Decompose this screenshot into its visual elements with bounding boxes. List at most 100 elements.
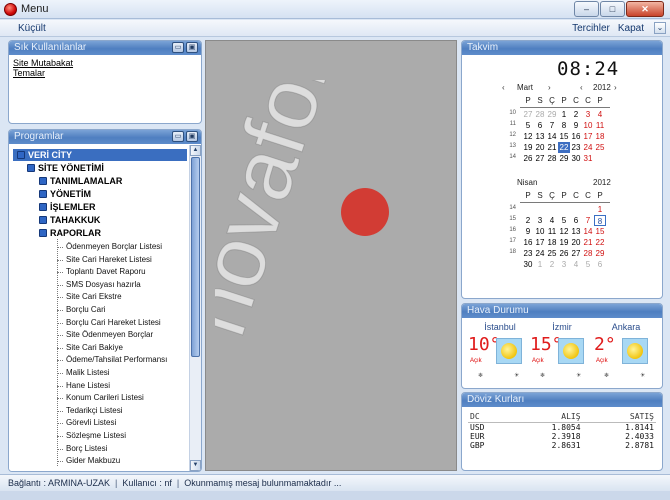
calendar-day[interactable]: 2 — [570, 109, 582, 120]
calendar-day[interactable]: 14 — [582, 226, 594, 237]
calendar-day[interactable]: 17 — [534, 237, 546, 248]
favorite-link[interactable]: Temalar — [13, 68, 197, 78]
calendar-day[interactable]: 24 — [534, 248, 546, 259]
calendar-day[interactable]: 29 — [594, 248, 606, 259]
calendar-day[interactable]: 14 — [546, 131, 558, 142]
calendar-day[interactable]: 22 — [558, 142, 570, 153]
panel-minimize-icon[interactable]: ▭ — [172, 42, 184, 53]
calendar-day[interactable]: 12 — [522, 131, 534, 142]
calendar-day[interactable]: 11 — [594, 120, 606, 131]
tree-leaf-report[interactable]: Ödeme/Tahsilat Performansı — [66, 354, 167, 366]
close-button[interactable]: ✕ — [626, 1, 664, 17]
tree-leaf-report[interactable]: Gider Makbuzu — [66, 455, 120, 467]
tree-leaf-report[interactable]: Malik Listesi — [66, 367, 110, 379]
calendar-day[interactable]: 13 — [570, 226, 582, 237]
next-month-arrow-icon[interactable]: › — [548, 83, 551, 92]
panel-restore-icon[interactable]: ▣ — [186, 42, 198, 53]
calendar-day[interactable]: 12 — [558, 226, 570, 237]
panel-restore-icon[interactable]: ▣ — [186, 131, 198, 142]
calendar-day[interactable]: 23 — [570, 142, 582, 153]
calendar-day[interactable]: 5 — [558, 215, 570, 226]
programs-scrollbar[interactable]: ▲ ▼ — [189, 145, 201, 471]
calendar-day[interactable]: 8 — [558, 120, 570, 131]
menu-item-close[interactable]: Kapat — [618, 23, 644, 34]
calendar-day[interactable]: 7 — [582, 215, 594, 226]
tree-node-group[interactable]: TAHAKKUK — [39, 214, 100, 226]
tree-leaf-report[interactable]: Site Cari Hareket Listesi — [66, 254, 152, 266]
calendar-day[interactable]: 13 — [534, 131, 546, 142]
tree-node-group[interactable]: RAPORLAR — [39, 227, 101, 239]
calendar-day[interactable]: 19 — [522, 142, 534, 153]
calendar-day[interactable]: 19 — [558, 237, 570, 248]
tree-leaf-report[interactable]: Site Cari Ekstre — [66, 291, 122, 303]
calendar-day[interactable]: 4 — [594, 109, 606, 120]
calendar-day[interactable]: 28 — [546, 153, 558, 164]
calendar-day[interactable]: 4 — [570, 259, 582, 270]
calendar-day[interactable]: 28 — [534, 109, 546, 120]
calendar-day[interactable]: 11 — [546, 226, 558, 237]
tree-node-group[interactable]: İŞLEMLER — [39, 201, 96, 213]
calendar-day[interactable]: 4 — [546, 215, 558, 226]
prev-month-arrow-icon[interactable]: ‹ — [502, 83, 505, 92]
tree-root-node[interactable]: VERİ CİTY — [13, 149, 187, 161]
calendar-day[interactable]: 20 — [534, 142, 546, 153]
calendar-day[interactable]: 27 — [522, 109, 534, 120]
status-messages[interactable]: Okunmamış mesaj bulunmamaktadır ... — [184, 478, 341, 488]
calendar-day[interactable]: 31 — [582, 153, 594, 164]
calendar-day[interactable]: 3 — [558, 259, 570, 270]
tree-leaf-report[interactable]: Site Ödenmeyen Borçlar — [66, 329, 153, 341]
calendar-day[interactable]: 3 — [534, 215, 546, 226]
prev-year-arrow-icon[interactable]: ‹ — [580, 83, 583, 92]
calendar-day[interactable]: 18 — [546, 237, 558, 248]
tree-node-group[interactable]: YÖNETİM — [39, 188, 91, 200]
calendar-day[interactable]: 16 — [570, 131, 582, 142]
calendar-day[interactable]: 29 — [546, 109, 558, 120]
maximize-button[interactable]: □ — [600, 1, 625, 17]
calendar-day[interactable]: 28 — [582, 248, 594, 259]
calendar-day[interactable]: 23 — [522, 248, 534, 259]
calendar-day[interactable]: 5 — [522, 120, 534, 131]
calendar-day[interactable]: 5 — [582, 259, 594, 270]
calendar-day[interactable]: 18 — [594, 131, 606, 142]
tree-leaf-report[interactable]: SMS Dosyası hazırla — [66, 279, 141, 291]
tree-leaf-report[interactable]: Hane Listesi — [66, 380, 110, 392]
calendar-day[interactable]: 1 — [558, 109, 570, 120]
tree-node-site-management[interactable]: SİTE YÖNETİMİ — [27, 162, 104, 174]
calendar-day[interactable]: 21 — [582, 237, 594, 248]
calendar-day[interactable]: 6 — [534, 120, 546, 131]
tree-leaf-report[interactable]: Site Cari Bakiye — [66, 342, 123, 354]
calendar-day[interactable]: 30 — [570, 153, 582, 164]
scroll-up-arrow-icon[interactable]: ▲ — [190, 145, 201, 156]
collapse-menu-item[interactable]: Küçült — [18, 23, 46, 34]
calendar-day[interactable]: 25 — [546, 248, 558, 259]
scrollbar-thumb[interactable] — [191, 157, 200, 357]
calendar-day[interactable]: 24 — [582, 142, 594, 153]
calendar-day[interactable]: 26 — [558, 248, 570, 259]
calendar-day[interactable]: 27 — [570, 248, 582, 259]
calendar-day[interactable]: 3 — [582, 109, 594, 120]
calendar-day[interactable]: 15 — [594, 226, 606, 237]
calendar-day[interactable]: 20 — [570, 237, 582, 248]
calendar-day[interactable]: 1 — [594, 204, 606, 215]
calendar-day[interactable]: 10 — [534, 226, 546, 237]
calendar-day[interactable]: 15 — [558, 131, 570, 142]
calendar-day[interactable]: 27 — [534, 153, 546, 164]
tree-leaf-report[interactable]: Borçlu Cari Hareket Listesi — [66, 317, 161, 329]
calendar-day[interactable]: 9 — [570, 120, 582, 131]
calendar-day[interactable]: 22 — [594, 237, 606, 248]
tree-leaf-report[interactable]: Ödenmeyen Borçlar Listesi — [66, 241, 162, 253]
calendar-day[interactable]: 25 — [594, 142, 606, 153]
tree-leaf-report[interactable]: Görevli Listesi — [66, 417, 116, 429]
tree-leaf-report[interactable]: Konum Carileri Listesi — [66, 392, 144, 404]
panel-minimize-icon[interactable]: ▭ — [172, 131, 184, 142]
scroll-down-arrow-icon[interactable]: ▼ — [190, 460, 201, 471]
calendar-day[interactable]: 16 — [522, 237, 534, 248]
calendar-day[interactable]: 6 — [594, 259, 606, 270]
calendar-day[interactable]: 26 — [522, 153, 534, 164]
calendar-day[interactable]: 7 — [546, 120, 558, 131]
calendar-day[interactable]: 9 — [522, 226, 534, 237]
calendar-day[interactable]: 6 — [570, 215, 582, 226]
menu-item-preferences[interactable]: Tercihler — [572, 23, 610, 34]
chevron-down-icon[interactable]: ⌄ — [654, 22, 666, 34]
calendar-day[interactable]: 2 — [522, 215, 534, 226]
